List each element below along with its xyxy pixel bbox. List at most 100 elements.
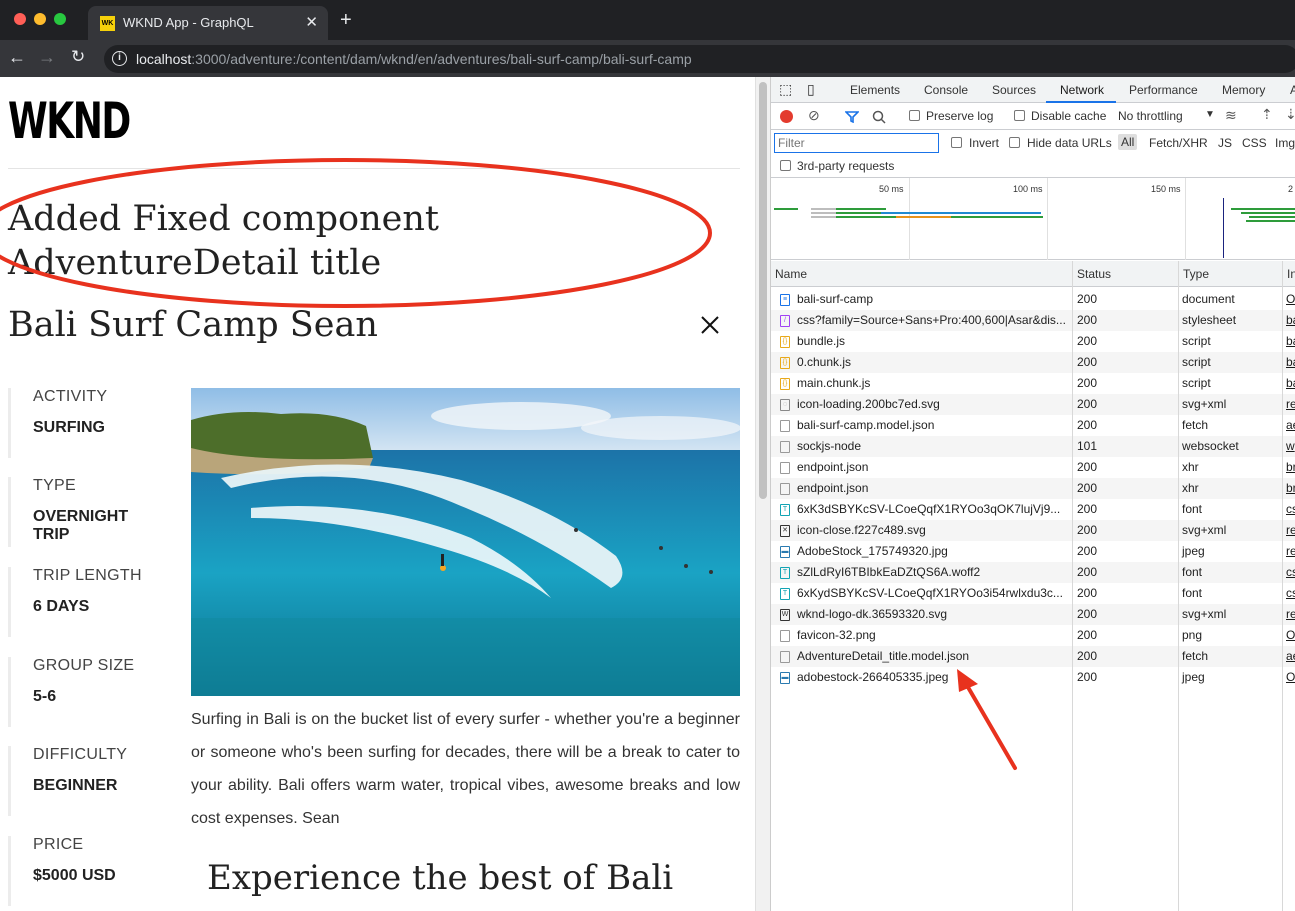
request-row[interactable]: endpoint.json 200 xhr br [771, 457, 1295, 478]
tab-network[interactable]: Network [1060, 83, 1104, 97]
tab-performance[interactable]: Performance [1129, 83, 1198, 97]
request-row[interactable]: T 6xK3dSBYKcSV-LCoeQqfX1RYOo3qOK7lujVj9..… [771, 499, 1295, 520]
request-name: bundle.js [797, 334, 846, 348]
scrollbar-thumb[interactable] [759, 82, 767, 499]
dropdown-arrow-icon[interactable]: ▼ [1205, 109, 1215, 120]
file-icon [780, 441, 790, 453]
network-overview[interactable]: 50 ms 100 ms 150 ms 2 [771, 178, 1295, 260]
export-har-icon[interactable]: ⇣ [1285, 106, 1295, 123]
column-name[interactable]: Name [771, 261, 1072, 287]
request-row[interactable]: sockjs-node 101 websocket w [771, 436, 1295, 457]
request-type: svg+xml [1182, 607, 1227, 621]
column-initiator[interactable]: In [1282, 261, 1295, 287]
request-row[interactable]: bali-surf-camp.model.json 200 fetch ae [771, 415, 1295, 436]
inspect-element-icon[interactable]: ⬚ [779, 81, 792, 98]
clear-icon[interactable]: ⊘ [808, 107, 820, 124]
preserve-log-checkbox[interactable] [909, 110, 920, 121]
device-toolbar-icon[interactable]: ▯ [807, 81, 815, 98]
request-initiator[interactable]: br [1286, 481, 1295, 495]
request-type: xhr [1182, 460, 1199, 474]
wknd-logo[interactable]: WKND [8, 91, 131, 151]
request-row[interactable]: {} 0.chunk.js 200 script ba [771, 352, 1295, 373]
stat-price: PRICE $5000 USD [8, 836, 168, 906]
filter-img[interactable]: Img [1275, 136, 1295, 150]
tab-console[interactable]: Console [924, 83, 968, 97]
tab-elements[interactable]: Elements [850, 83, 900, 97]
request-initiator[interactable]: br [1286, 460, 1295, 474]
request-initiator[interactable]: cs [1286, 565, 1295, 579]
maximize-window-button[interactable] [54, 13, 66, 25]
browser-tab[interactable]: WK WKND App - GraphQL ✕ [88, 6, 328, 40]
filter-fetch-xhr[interactable]: Fetch/XHR [1149, 136, 1208, 150]
request-initiator[interactable]: cs [1286, 586, 1295, 600]
request-row[interactable]: {} bundle.js 200 script ba [771, 331, 1295, 352]
request-name: bali-surf-camp [797, 292, 874, 306]
close-icon[interactable] [698, 313, 722, 337]
script-icon: {} [780, 336, 790, 348]
tab-memory[interactable]: Memory [1222, 83, 1265, 97]
request-row[interactable]: T 6xKydSBYKcSV-LCoeQqfX1RYOo3i54rwlxdu3c.… [771, 583, 1295, 604]
tab-sources[interactable]: Sources [992, 83, 1036, 97]
site-info-icon[interactable]: i [112, 51, 127, 66]
filter-input[interactable] [774, 133, 939, 153]
column-type[interactable]: Type [1178, 261, 1282, 287]
request-name: favicon-32.png [797, 628, 876, 642]
close-tab-icon[interactable]: ✕ [305, 13, 318, 31]
request-initiator[interactable]: ae [1286, 418, 1295, 432]
third-party-checkbox[interactable] [780, 160, 791, 171]
page-scrollbar[interactable] [755, 77, 770, 911]
tab-application[interactable]: A [1290, 83, 1295, 97]
request-initiator[interactable]: re [1286, 544, 1295, 558]
record-icon[interactable] [780, 110, 793, 123]
request-initiator[interactable]: re [1286, 523, 1295, 537]
request-row[interactable]: ✕ icon-close.f227c489.svg 200 svg+xml re [771, 520, 1295, 541]
column-status[interactable]: Status [1072, 261, 1178, 287]
stat-difficulty: DIFFICULTY BEGINNER [8, 746, 168, 816]
request-initiator[interactable]: ba [1286, 313, 1295, 327]
stat-type: TYPE OVERNIGHT TRIP [8, 477, 168, 547]
filter-icon[interactable] [845, 111, 859, 123]
filter-all[interactable]: All [1118, 134, 1138, 150]
request-initiator[interactable]: O [1286, 292, 1295, 306]
disable-cache-checkbox[interactable] [1014, 110, 1025, 121]
filter-css[interactable]: CSS [1242, 136, 1267, 150]
request-initiator[interactable]: cs [1286, 502, 1295, 516]
network-conditions-icon[interactable]: ≋ [1225, 107, 1237, 124]
request-initiator[interactable]: w [1286, 439, 1295, 453]
close-window-button[interactable] [14, 13, 26, 25]
filter-js[interactable]: JS [1218, 136, 1232, 150]
invert-checkbox[interactable] [951, 137, 962, 148]
request-row[interactable]: AdventureDetail_title.model.json 200 fetch… [771, 646, 1295, 667]
request-initiator[interactable]: re [1286, 607, 1295, 621]
forward-arrow-icon[interactable]: → [38, 47, 56, 68]
back-arrow-icon[interactable]: ← [8, 47, 26, 68]
request-name: adobestock-266405335.jpeg [797, 670, 949, 684]
request-initiator[interactable]: O [1286, 670, 1295, 684]
new-tab-button[interactable]: + [340, 9, 352, 32]
url-text[interactable]: localhost:3000/adventure:/content/dam/wk… [136, 51, 692, 67]
request-initiator[interactable]: ae [1286, 649, 1295, 663]
request-row[interactable]: favicon-32.png 200 png O [771, 625, 1295, 646]
request-row[interactable]: endpoint.json 200 xhr br [771, 478, 1295, 499]
request-row[interactable]: {} main.chunk.js 200 script ba [771, 373, 1295, 394]
request-initiator[interactable]: O [1286, 628, 1295, 642]
request-initiator[interactable]: ba [1286, 355, 1295, 369]
request-initiator[interactable]: ba [1286, 376, 1295, 390]
request-row[interactable]: ≡ bali-surf-camp 200 document O [771, 289, 1295, 310]
close-svg-icon: ✕ [780, 525, 790, 537]
import-har-icon[interactable]: ⇡ [1261, 106, 1273, 123]
request-row[interactable]: ▬ adobestock-266405335.jpeg 200 jpeg O [771, 667, 1295, 688]
minimize-window-button[interactable] [34, 13, 46, 25]
request-row[interactable]: ▬ AdobeStock_175749320.jpg 200 jpeg re [771, 541, 1295, 562]
search-icon[interactable] [872, 110, 886, 124]
address-bar[interactable]: i localhost:3000/adventure:/content/dam/… [104, 45, 1295, 73]
request-row[interactable]: ◌ icon-loading.200bc7ed.svg 200 svg+xml re [771, 394, 1295, 415]
request-initiator[interactable]: re [1286, 397, 1295, 411]
hide-data-urls-checkbox[interactable] [1009, 137, 1020, 148]
reload-icon[interactable]: ↻ [71, 47, 85, 67]
request-row[interactable]: TsZlLdRyI6TBIbkEaDZtQS6A.woff2 200 font cs [771, 562, 1295, 583]
request-row[interactable]: / css?family=Source+Sans+Pro:400,600|Asar… [771, 310, 1295, 331]
throttling-select[interactable]: No throttling [1118, 109, 1183, 123]
request-row[interactable]: Wwknd-logo-dk.36593320.svg 200 svg+xml re [771, 604, 1295, 625]
request-initiator[interactable]: ba [1286, 334, 1295, 348]
